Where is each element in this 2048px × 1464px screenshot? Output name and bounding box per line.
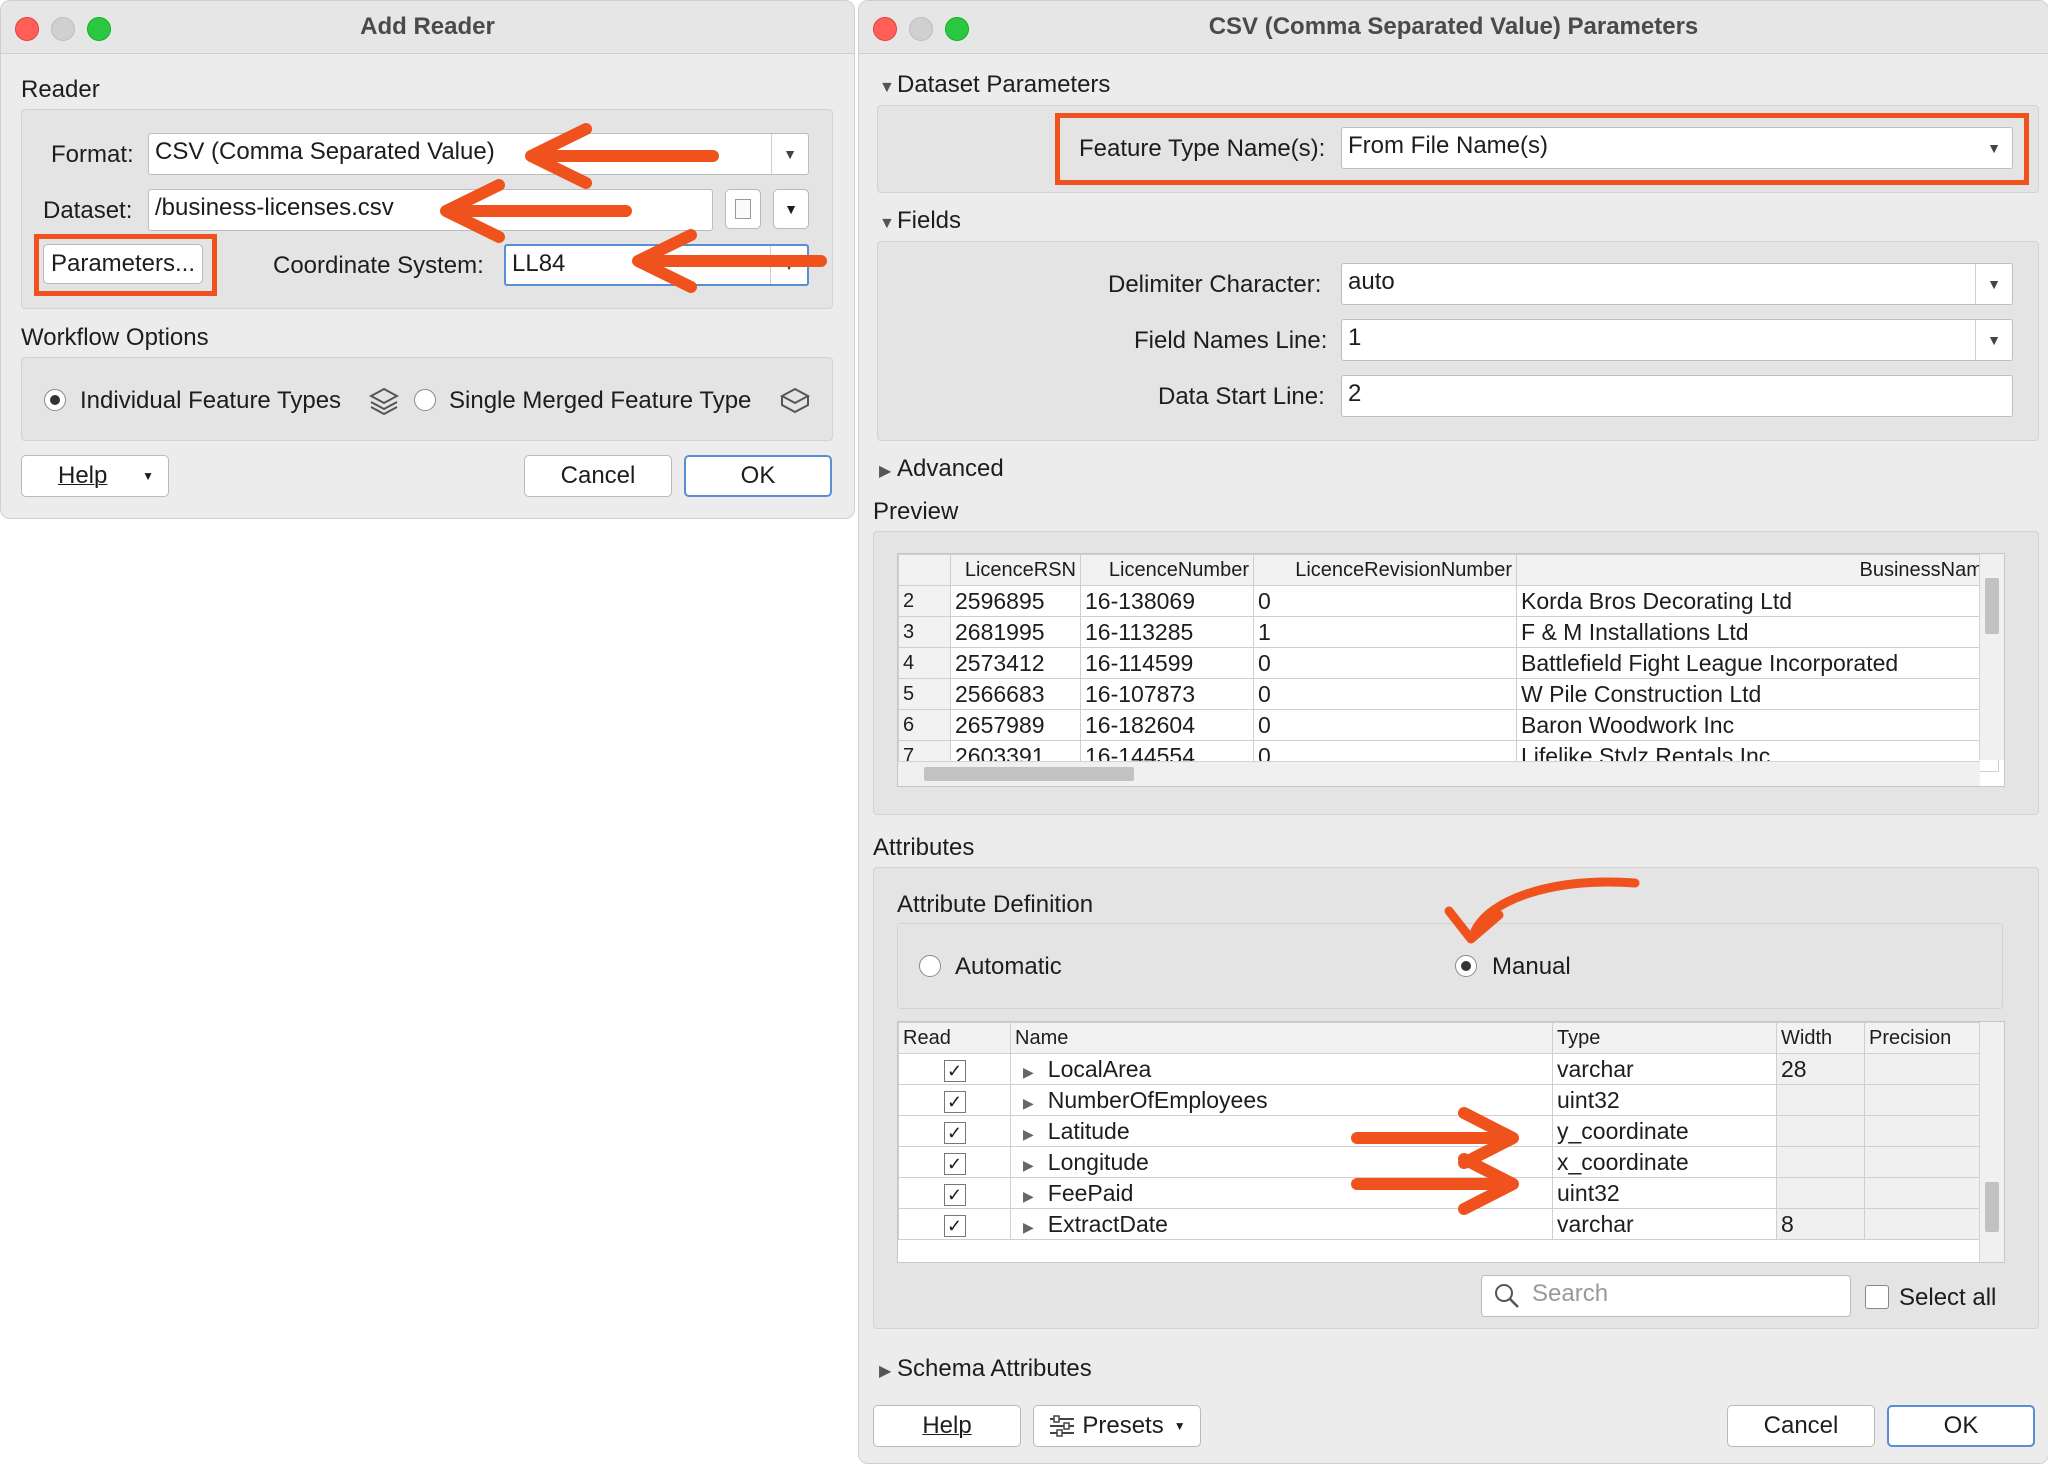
add-reader-window: Add Reader Reader Format: CSV (Comma Sep… bbox=[0, 0, 855, 519]
csv-parameters-window: CSV (Comma Separated Value) Parameters ▼… bbox=[858, 0, 2048, 1464]
annotation-arrows bbox=[1351, 877, 1640, 1215]
format-annotation-arrow bbox=[440, 123, 827, 293]
